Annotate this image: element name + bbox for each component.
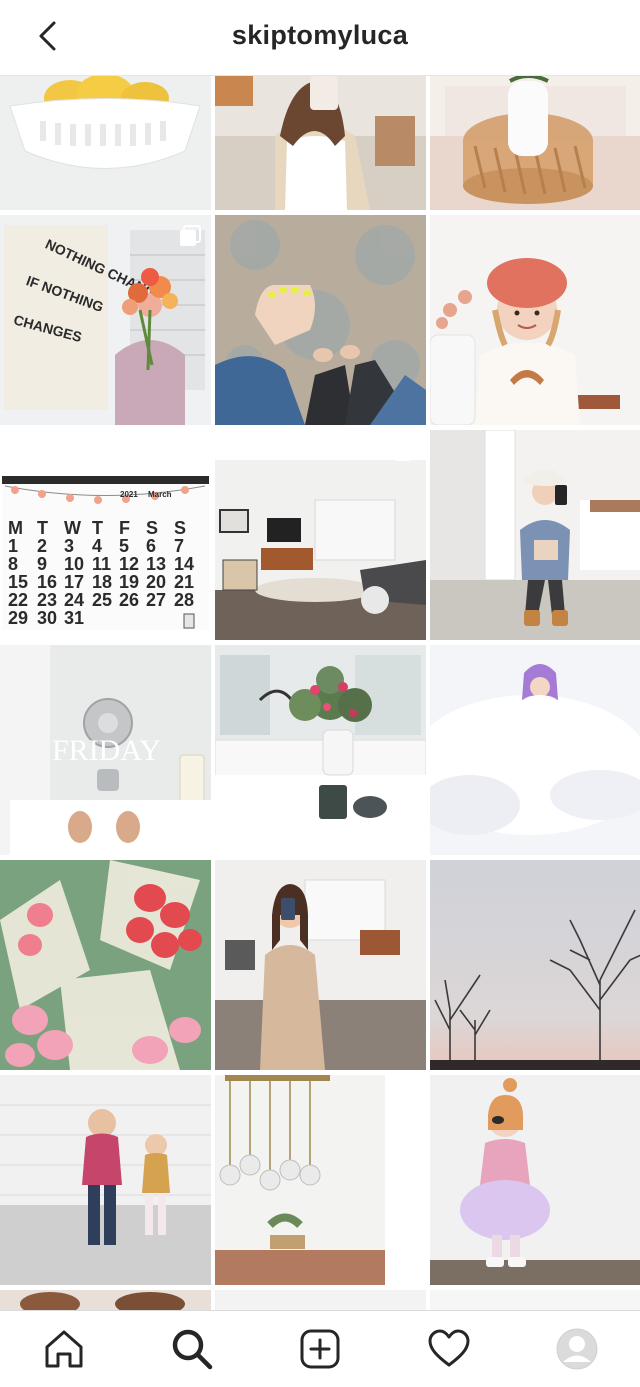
svg-text:March: March: [148, 490, 172, 499]
svg-text:14: 14: [174, 554, 194, 574]
svg-text:16: 16: [37, 572, 57, 592]
post-thumbnail-partial-1[interactable]: [0, 1290, 211, 1310]
svg-text:7: 7: [174, 536, 184, 556]
post-thumbnail-kitchen-flowers[interactable]: [215, 645, 426, 855]
svg-text:28: 28: [174, 590, 194, 610]
svg-text:8: 8: [8, 554, 18, 574]
svg-text:15: 15: [8, 572, 28, 592]
svg-text:2021: 2021: [120, 490, 138, 499]
svg-text:24: 24: [64, 590, 84, 610]
svg-text:23: 23: [37, 590, 57, 610]
post-thumbnail-winter-trees[interactable]: [430, 860, 640, 1070]
post-thumbnail-rattan-tray[interactable]: [430, 76, 640, 210]
profile-avatar: [556, 1328, 598, 1370]
post-thumbnail-lemons[interactable]: [0, 76, 211, 210]
post-thumbnail-girl-tutu[interactable]: [430, 1075, 640, 1285]
svg-text:19: 19: [119, 572, 139, 592]
svg-text:27: 27: [146, 590, 166, 610]
svg-text:21: 21: [174, 572, 194, 592]
new-post-icon: [300, 1329, 340, 1369]
svg-text:1: 1: [8, 536, 18, 556]
profile-username[interactable]: skiptomyluca: [0, 20, 640, 51]
svg-text:9: 9: [37, 554, 47, 574]
nav-profile[interactable]: [553, 1325, 601, 1373]
svg-text:25: 25: [92, 590, 112, 610]
svg-text:F: F: [119, 518, 130, 538]
post-thumbnail-jumpsuit[interactable]: [215, 860, 426, 1070]
svg-text:18: 18: [92, 572, 112, 592]
nav-search[interactable]: [168, 1325, 216, 1373]
multiple-photos-icon: [395, 1085, 416, 1106]
svg-text:30: 30: [37, 608, 57, 628]
nav-activity[interactable]: [425, 1325, 473, 1373]
post-thumbnail-bath[interactable]: FRIDAY: [0, 645, 211, 855]
post-thumbnail-pendant-light[interactable]: [215, 1075, 426, 1285]
svg-text:W: W: [64, 518, 81, 538]
nav-new-post[interactable]: [296, 1325, 344, 1373]
post-thumbnail-hand-rug[interactable]: [215, 215, 426, 425]
svg-text:31: 31: [64, 608, 84, 628]
nav-home[interactable]: [40, 1325, 88, 1373]
svg-text:M: M: [8, 518, 23, 538]
post-thumbnail-partial-2[interactable]: [215, 1290, 426, 1310]
svg-text:4: 4: [92, 536, 102, 556]
multiple-photos-icon: [395, 440, 416, 461]
svg-text:29: 29: [8, 608, 28, 628]
heart-icon: [428, 1329, 470, 1367]
svg-text:17: 17: [64, 572, 84, 592]
post-thumbnail-snow-child[interactable]: [430, 645, 640, 855]
svg-text:11: 11: [92, 554, 111, 574]
bottom-navigation: [0, 1310, 640, 1387]
svg-text:S: S: [146, 518, 158, 538]
post-thumbnail-kids-walking[interactable]: [0, 1075, 211, 1285]
post-thumbnail-calendar[interactable]: 2021 March M T W T F S S 1 2 3 4 5 6 7 8…: [0, 430, 211, 640]
svg-text:S: S: [174, 518, 186, 538]
svg-text:T: T: [92, 518, 103, 538]
search-icon: [172, 1329, 213, 1370]
home-icon: [45, 1330, 83, 1368]
post-thumbnail-partial-3[interactable]: [430, 1290, 640, 1310]
post-thumbnail-hat-selfie[interactable]: [430, 430, 640, 640]
top-bar: skiptomyluca: [0, 0, 640, 76]
post-thumbnail-flowers-print[interactable]: NOTHING CHANGES IF NOTHING CHANGES: [0, 215, 211, 425]
svg-text:FRIDAY: FRIDAY: [52, 734, 161, 767]
post-thumbnail-mirror-selfie[interactable]: [215, 76, 426, 210]
svg-text:20: 20: [146, 572, 166, 592]
svg-text:5: 5: [119, 536, 129, 556]
svg-text:10: 10: [64, 554, 84, 574]
post-thumbnail-tulips[interactable]: [0, 860, 211, 1070]
svg-text:12: 12: [119, 554, 139, 574]
svg-text:26: 26: [119, 590, 139, 610]
svg-text:22: 22: [8, 590, 28, 610]
post-grid: NOTHING CHANGES IF NOTHING CHANGES 2021 …: [0, 76, 640, 1310]
svg-text:13: 13: [146, 554, 166, 574]
svg-text:3: 3: [64, 536, 74, 556]
post-thumbnail-girl-beret[interactable]: [430, 215, 640, 425]
svg-text:6: 6: [146, 536, 156, 556]
multiple-photos-icon: [180, 225, 201, 246]
svg-text:T: T: [37, 518, 48, 538]
svg-text:2: 2: [37, 536, 47, 556]
post-thumbnail-living-room[interactable]: [215, 430, 426, 640]
